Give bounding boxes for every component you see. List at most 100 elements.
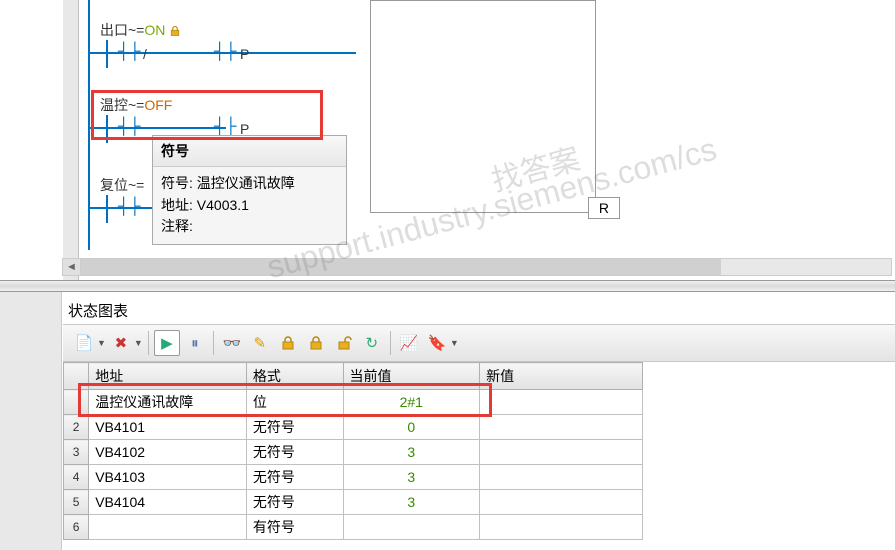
output-coil: R (588, 197, 620, 219)
tooltip-symbol-label: 符号: (161, 175, 193, 191)
tb-refresh-icon[interactable]: ↻ (359, 330, 385, 356)
table-row[interactable]: 3 VB4102 无符号 3 (64, 440, 643, 465)
status-chart-panel: 状态图表 📄▼ ✖▼ ▶ ⏸ 👓 ✎ ↻ 📈 🔖▼ 地址 格式 (0, 292, 895, 550)
cell-format[interactable]: 无符号 (246, 440, 343, 465)
contact-marks: ┤ ├ (118, 198, 138, 216)
symbol-tooltip: 符号 符号: 温控仪通讯故障 地址: V4003.1 注释: (152, 135, 347, 245)
status-table-header-row: 地址 格式 当前值 新值 (64, 363, 643, 390)
cell-address[interactable]: VB4103 (89, 465, 247, 490)
rung-2-state: OFF (144, 97, 172, 113)
cell-address[interactable]: VB4104 (89, 490, 247, 515)
dropdown-arrow-icon[interactable]: ▼ (450, 338, 459, 348)
tb-new-icon[interactable]: 📄 (71, 330, 97, 356)
cell-address[interactable] (89, 515, 247, 540)
rung-1-state: ON (144, 22, 165, 38)
tooltip-addr-label: 地址: (161, 197, 193, 213)
contact-p: P (240, 46, 249, 62)
header-address[interactable]: 地址 (89, 363, 247, 390)
ladder-editor[interactable]: 出口~=ON ┤ ├ / ┤ ├ P 温控~=OFF ┤ ├ ┤ ├ P 复位~… (0, 0, 895, 280)
cell-format[interactable]: 位 (246, 390, 343, 415)
cell-format[interactable]: 有符号 (246, 515, 343, 540)
header-current[interactable]: 当前值 (343, 363, 480, 390)
ladder-power-rail (88, 0, 90, 250)
table-row[interactable]: 2 VB4101 无符号 0 (64, 415, 643, 440)
cell-new[interactable] (480, 440, 643, 465)
ladder-output-box[interactable]: R (370, 0, 596, 213)
tb-pencil-icon[interactable]: ✎ (247, 330, 273, 356)
rung-branch (106, 115, 108, 143)
cell-new[interactable] (480, 490, 643, 515)
table-row[interactable]: 温控仪通讯故障 位 2#1 (64, 390, 643, 415)
tb-unlock-icon[interactable] (331, 330, 357, 356)
cell-address[interactable]: VB4102 (89, 440, 247, 465)
cell-new[interactable] (480, 415, 643, 440)
tooltip-addr-value: V4003.1 (197, 197, 249, 213)
cell-format[interactable]: 无符号 (246, 415, 343, 440)
tb-lock2-icon[interactable] (303, 330, 329, 356)
cell-new[interactable] (480, 515, 643, 540)
contact-marks: ┤ ├ (214, 118, 234, 136)
tb-pause-icon[interactable]: ⏸ (182, 330, 208, 356)
cell-current: 3 (343, 465, 480, 490)
tb-chart-icon[interactable]: 📈 (396, 330, 422, 356)
cell-current: 0 (343, 415, 480, 440)
tb-delete-icon[interactable]: ✖ (108, 330, 134, 356)
toolbar-separator (213, 331, 214, 355)
rung-1-label: 出口~=ON (100, 20, 181, 40)
cell-format[interactable]: 无符号 (246, 490, 343, 515)
pane-divider[interactable] (0, 280, 895, 292)
cell-current: 3 (343, 440, 480, 465)
cell-format[interactable]: 无符号 (246, 465, 343, 490)
cell-new[interactable] (480, 465, 643, 490)
cell-current: 3 (343, 490, 480, 515)
rung-branch (106, 195, 108, 223)
row-number: 5 (64, 490, 89, 515)
dropdown-arrow-icon[interactable]: ▼ (134, 338, 143, 348)
cell-current: 2#1 (343, 390, 480, 415)
rung-3-label: 复位~= (100, 175, 144, 195)
row-number: 2 (64, 415, 89, 440)
status-toolbar: 📄▼ ✖▼ ▶ ⏸ 👓 ✎ ↻ 📈 🔖▼ (63, 324, 895, 362)
scroll-left-arrow[interactable]: ◄ (63, 259, 81, 275)
row-number: 6 (64, 515, 89, 540)
tooltip-header: 符号 (153, 136, 346, 167)
ladder-margin (63, 0, 79, 280)
table-row[interactable]: 6 有符号 (64, 515, 643, 540)
rung-wire (88, 127, 106, 129)
row-number: 3 (64, 440, 89, 465)
header-format[interactable]: 格式 (246, 363, 343, 390)
header-new[interactable]: 新值 (480, 363, 643, 390)
rung-wire (88, 207, 106, 209)
rung-branch (106, 40, 108, 68)
contact-marks: ┤ ├ (118, 118, 138, 136)
cell-address[interactable]: 温控仪通讯故障 (89, 390, 247, 415)
toolbar-separator (148, 331, 149, 355)
cell-current (343, 515, 480, 540)
tb-glasses-icon[interactable]: 👓 (219, 330, 245, 356)
tb-tag-icon[interactable]: 🔖 (424, 330, 450, 356)
tooltip-symbol-value: 温控仪通讯故障 (197, 175, 295, 191)
cell-new[interactable] (480, 390, 643, 415)
lock-icon (169, 25, 181, 37)
status-table[interactable]: 地址 格式 当前值 新值 温控仪通讯故障 位 2#1 2 VB4101 无符 (63, 362, 643, 540)
tooltip-body: 符号: 温控仪通讯故障 地址: V4003.1 注释: (153, 167, 346, 244)
row-number (64, 390, 89, 415)
header-rownum (64, 363, 89, 390)
status-left-strip (0, 292, 62, 550)
contact-marks: ┤ ├ (118, 43, 138, 61)
rung-wire (88, 52, 106, 54)
cell-address[interactable]: VB4101 (89, 415, 247, 440)
tb-play-icon[interactable]: ▶ (154, 330, 180, 356)
rung-3-symbol: 复位~= (100, 177, 144, 193)
table-row[interactable]: 5 VB4104 无符号 3 (64, 490, 643, 515)
tb-lock1-icon[interactable] (275, 330, 301, 356)
status-table-container: 地址 格式 当前值 新值 温控仪通讯故障 位 2#1 2 VB4101 无符 (63, 362, 895, 550)
toolbar-separator (390, 331, 391, 355)
dropdown-arrow-icon[interactable]: ▼ (97, 338, 106, 348)
contact-nc-slash: / (143, 46, 147, 62)
ladder-scrollbar[interactable]: ◄ (62, 258, 892, 276)
table-row[interactable]: 4 VB4103 无符号 3 (64, 465, 643, 490)
scroll-thumb[interactable] (81, 259, 721, 275)
row-number: 4 (64, 465, 89, 490)
rung-1-symbol: 出口~= (100, 22, 144, 38)
